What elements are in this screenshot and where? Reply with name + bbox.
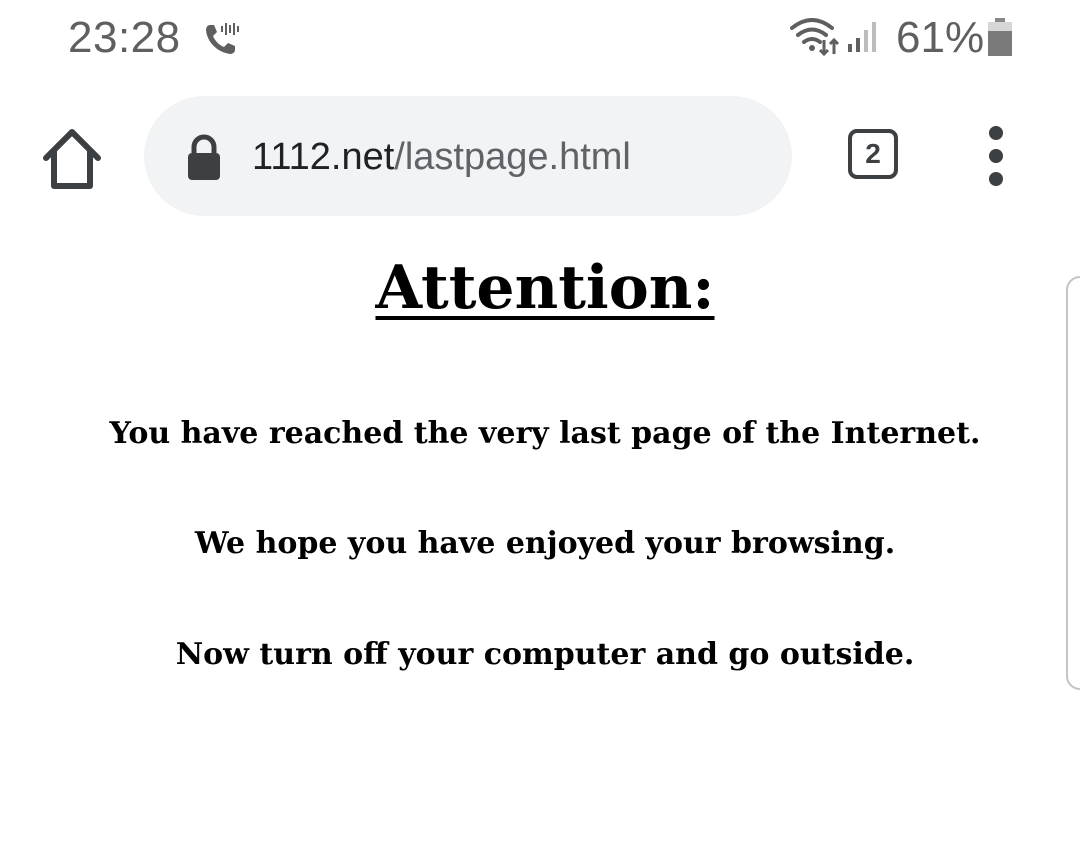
browser-screen: 23:28 61% 1112.net/lastpage.html 2 Atten…	[0, 0, 1080, 864]
status-time: 23:28	[68, 13, 181, 62]
page-line-3: Now turn off your computer and go outsid…	[175, 637, 915, 672]
page-line-1: You have reached the very last page of t…	[109, 416, 981, 451]
tab-switcher-button[interactable]: 2	[848, 129, 898, 179]
lock-icon	[188, 134, 220, 180]
battery-icon	[988, 18, 1012, 56]
more-vert-icon[interactable]	[976, 124, 1016, 188]
page-heading: Attention:	[375, 253, 715, 323]
home-icon	[43, 129, 101, 189]
browser-toolbar: 1112.net/lastpage.html 2	[0, 80, 1080, 240]
battery-percent: 61%	[896, 13, 985, 62]
url-text: 1112.net/lastpage.html	[252, 134, 631, 180]
status-bar: 23:28 61%	[0, 0, 1080, 80]
web-page: Attention: You have reached the very las…	[0, 240, 1080, 864]
scroll-handle[interactable]	[1066, 276, 1080, 690]
url-bar[interactable]: 1112.net/lastpage.html	[144, 96, 792, 216]
signal-icon	[848, 22, 876, 52]
wifi-icon	[790, 18, 840, 56]
page-line-2: We hope you have enjoyed your browsing.	[194, 526, 896, 561]
call-icon	[206, 23, 239, 54]
home-button[interactable]	[36, 124, 108, 196]
url-path: /lastpage.html	[394, 136, 631, 178]
url-domain: 1112.net	[252, 136, 395, 178]
